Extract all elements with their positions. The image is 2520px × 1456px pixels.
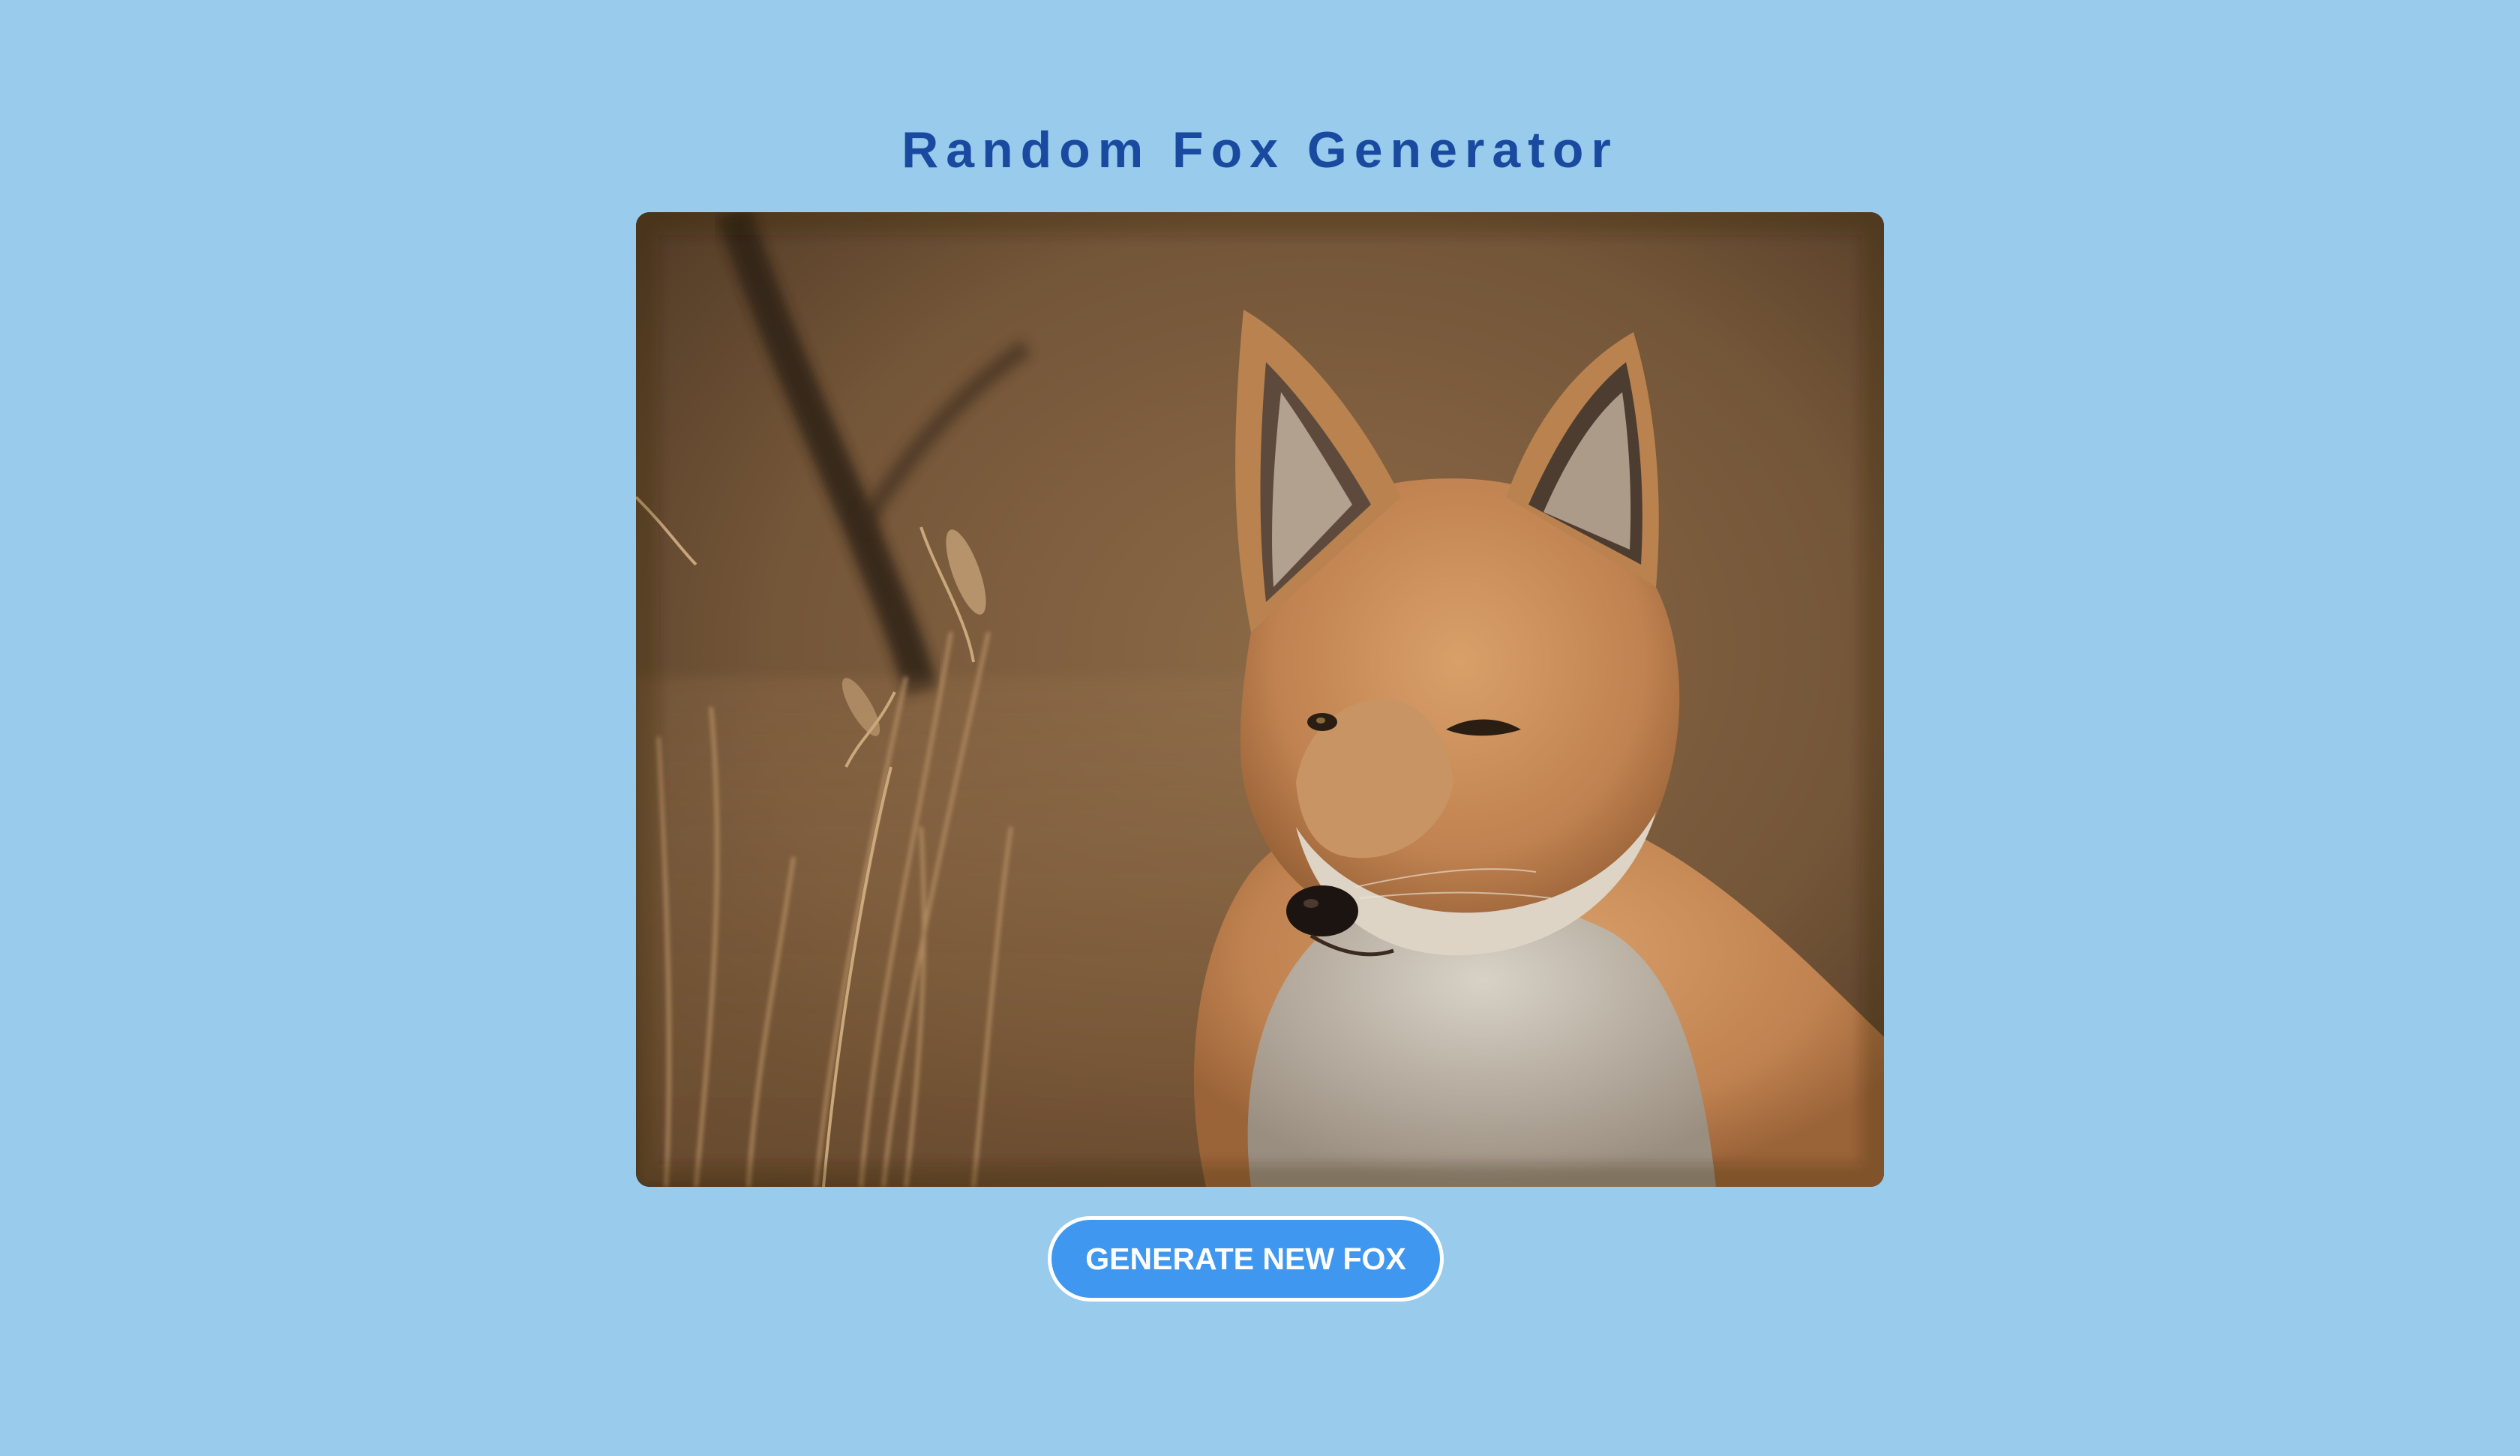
- generate-new-fox-button[interactable]: GENERATE NEW FOX: [1048, 1216, 1444, 1302]
- fox-photo-illustration: [636, 212, 1884, 1187]
- page-title: Random Fox Generator: [902, 121, 1618, 178]
- fox-generator-page: Random Fox Generator GENERATE NEW FOX: [0, 0, 2520, 1456]
- fox-image: [636, 212, 1884, 1187]
